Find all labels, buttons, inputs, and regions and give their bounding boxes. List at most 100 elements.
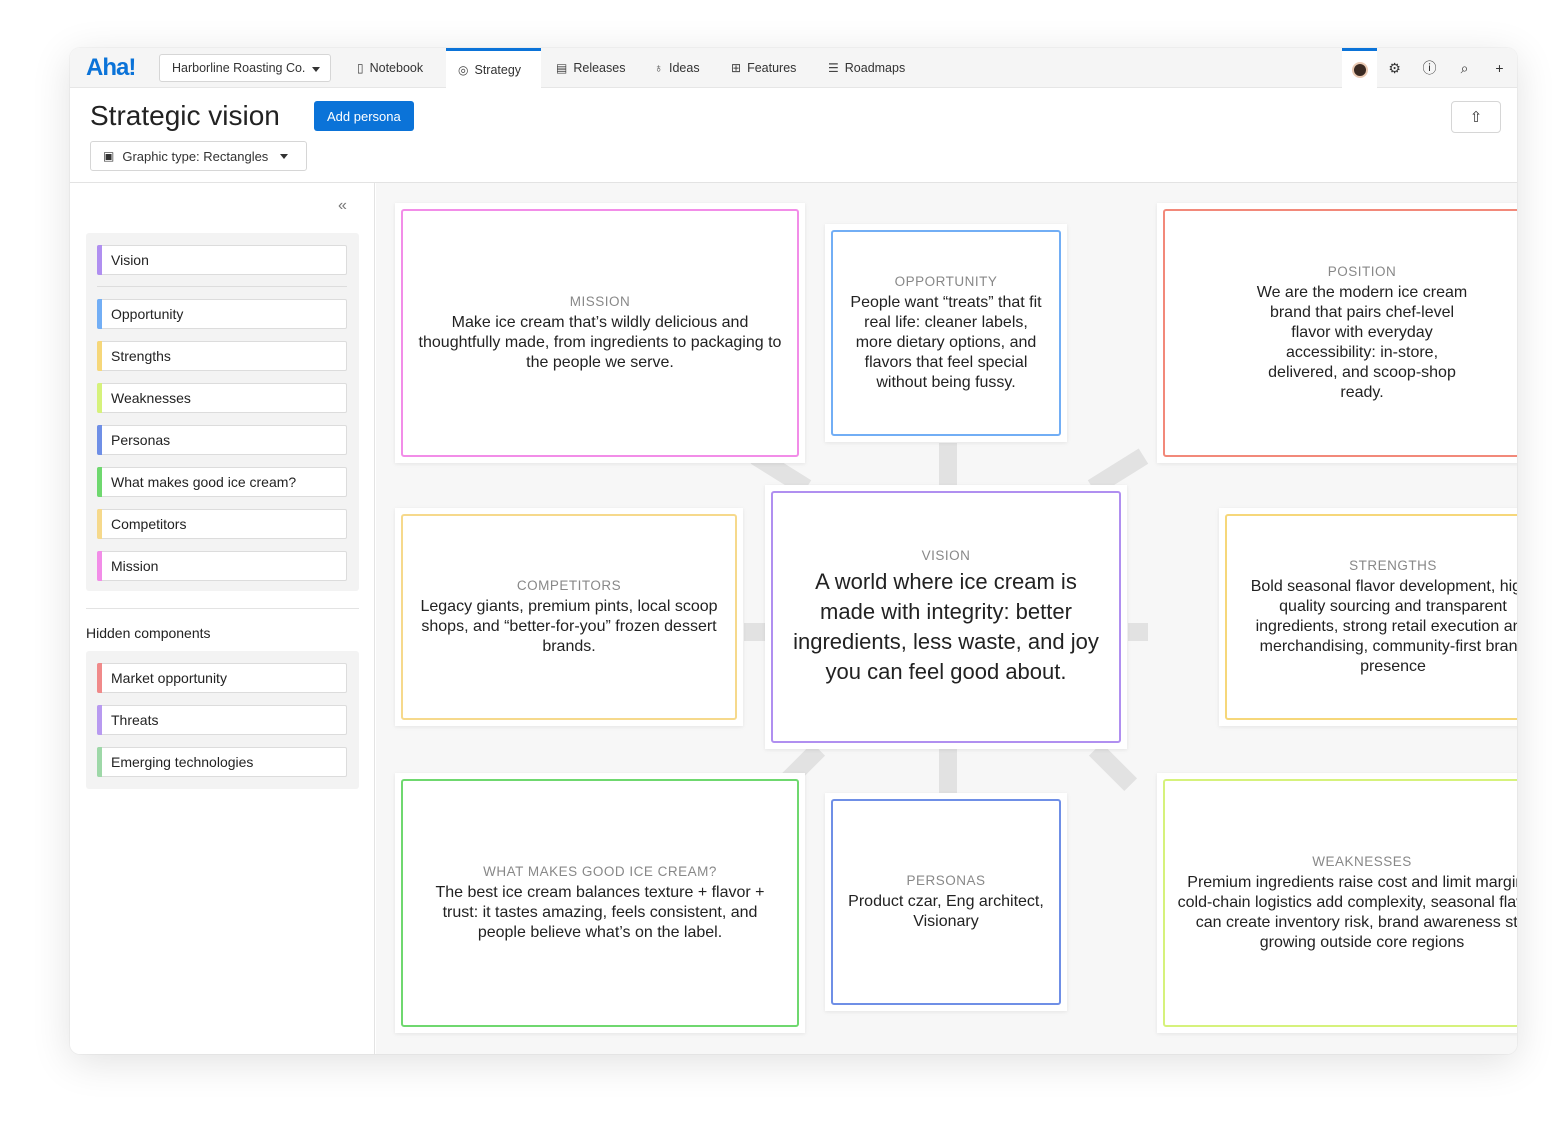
card-opportunity[interactable]: OPPORTUNITY People want “treats” that fi… [825,224,1067,442]
color-tab [97,705,102,735]
component-label: Vision [111,252,149,268]
color-tab [97,341,102,371]
color-tab [97,425,102,455]
image-icon: ▣ [103,149,115,163]
component-personas[interactable]: Personas [97,425,347,455]
card-text: Premium ingredients raise cost and limit… [1177,873,1517,951]
tab-label: Features [747,61,797,75]
aha-logo[interactable]: Aha! [86,54,136,82]
card-vision[interactable]: VISION A world where ice cream is made w… [765,485,1127,749]
card-border: PERSONAS Product czar, Eng architect, Vi… [831,799,1061,1005]
target-icon: ◎ [458,63,469,77]
plus-icon: + [1495,60,1504,76]
chevron-down-icon [312,67,320,72]
card-label: OPPORTUNITY [894,273,998,289]
visible-components-group: Vision Opportunity Strengths Weaknesses … [86,233,359,591]
workspace-selector[interactable]: Harborline Roasting Co. [159,54,331,82]
card-text: People want “treats” that fit real life:… [850,293,1042,391]
card-border: WHAT MAKES GOOD ICE CREAM? The best ice … [401,779,799,1027]
tab-label: Releases [573,61,626,75]
card-label: WHAT MAKES GOOD ICE CREAM? [483,863,717,879]
share-icon: ⇧ [1469,109,1483,126]
color-tab [97,299,102,329]
color-tab [97,663,102,693]
card-weaknesses[interactable]: WEAKNESSES Premium ingredients raise cos… [1157,773,1517,1033]
tab-label: Notebook [369,61,424,75]
tab-label: Roadmaps [844,61,906,75]
color-tab [97,383,102,413]
add-button[interactable]: + [1482,48,1517,88]
component-emerging-technologies[interactable]: Emerging technologies [97,747,347,777]
component-opportunity[interactable]: Opportunity [97,299,347,329]
collapse-sidebar-icon[interactable]: « [338,197,347,215]
tab-notebook[interactable]: ▯ Notebook [345,48,435,88]
tab-releases[interactable]: ▤ Releases [544,48,637,88]
card-label: WEAKNESSES [1312,853,1412,869]
settings-button[interactable]: ⚙ [1377,48,1412,88]
component-label: Personas [111,432,171,448]
tab-ideas[interactable]: ♁ Ideas [642,48,712,88]
card-good-ice-cream[interactable]: WHAT MAKES GOOD ICE CREAM? The best ice … [395,773,805,1033]
component-good-ice-cream[interactable]: What makes good ice cream? [97,467,347,497]
top-nav: Aha! Harborline Roasting Co. ▯ Notebook … [70,48,1517,89]
card-text: Legacy giants, premium pints, local scoo… [420,597,718,655]
component-strengths[interactable]: Strengths [97,341,347,371]
card-text: Product czar, Eng architect, Visionary [848,892,1044,930]
graphic-type-dropdown[interactable]: ▣ Graphic type: Rectangles [90,141,307,171]
card-strengths[interactable]: STRENGTHS Bold seasonal flavor developme… [1219,508,1517,726]
connector [1088,742,1138,792]
component-label: Weaknesses [111,390,191,406]
component-mission[interactable]: Mission [97,551,347,581]
gear-icon: ⚙ [1388,59,1401,76]
graphic-type-label: Graphic type: Rectangles [122,148,269,164]
avatar [1351,61,1368,78]
card-border: WEAKNESSES Premium ingredients raise cos… [1163,779,1517,1027]
lightbulb-icon: ♁ [654,61,663,75]
component-market-opportunity[interactable]: Market opportunity [97,663,347,693]
component-competitors[interactable]: Competitors [97,509,347,539]
profile-button[interactable] [1342,48,1377,88]
hidden-components-title: Hidden components [86,625,211,641]
component-threats[interactable]: Threats [97,705,347,735]
card-competitors[interactable]: COMPETITORS Legacy giants, premium pints… [395,508,743,726]
component-label: Emerging technologies [111,754,254,770]
add-persona-button[interactable]: Add persona [314,101,414,131]
card-mission[interactable]: MISSION Make ice cream that’s wildly del… [395,203,805,463]
component-label: Mission [111,558,159,574]
card-position[interactable]: POSITION We are the modern ice cream bra… [1157,203,1517,463]
divider [97,286,347,287]
export-button[interactable]: ⇧ [1451,101,1501,133]
tab-roadmaps[interactable]: ☰ Roadmaps [816,48,917,88]
card-border: MISSION Make ice cream that’s wildly del… [401,209,799,457]
component-label: Competitors [111,516,187,532]
help-button[interactable]: ⓘ [1412,48,1447,88]
hidden-components-group: Market opportunity Threats Emerging tech… [86,651,359,789]
card-text: A world where ice cream is made with int… [793,568,1099,684]
component-vision[interactable]: Vision [97,245,347,275]
card-border: COMPETITORS Legacy giants, premium pints… [401,514,737,720]
card-text: Bold seasonal flavor development, high-q… [1250,577,1517,675]
card-personas[interactable]: PERSONAS Product czar, Eng architect, Vi… [825,793,1067,1011]
connector [939,749,957,799]
color-tab [97,467,102,497]
notebook-icon: ▯ [357,61,364,75]
connector [744,623,766,641]
tab-label: Strategy [474,63,522,77]
tab-strategy[interactable]: ◎ Strategy [446,48,541,89]
card-label: VISION [921,547,971,563]
calendar-icon: ▤ [556,61,568,75]
component-weaknesses[interactable]: Weaknesses [97,383,347,413]
card-label: PERSONAS [906,872,986,888]
card-border: VISION A world where ice cream is made w… [771,491,1121,743]
tab-label: Ideas [669,61,700,75]
component-label: Opportunity [111,306,184,322]
card-label: STRENGTHS [1349,557,1437,573]
color-tab [97,509,102,539]
tab-features[interactable]: ⊞ Features [719,48,808,88]
component-label: What makes good ice cream? [111,474,297,490]
card-text: The best ice cream balances texture + fl… [435,883,765,941]
card-border: STRENGTHS Bold seasonal flavor developme… [1225,514,1517,720]
header-actions: ⚙ ⓘ ⌕ + [1342,48,1517,88]
color-tab [97,551,102,581]
search-button[interactable]: ⌕ [1447,48,1482,88]
